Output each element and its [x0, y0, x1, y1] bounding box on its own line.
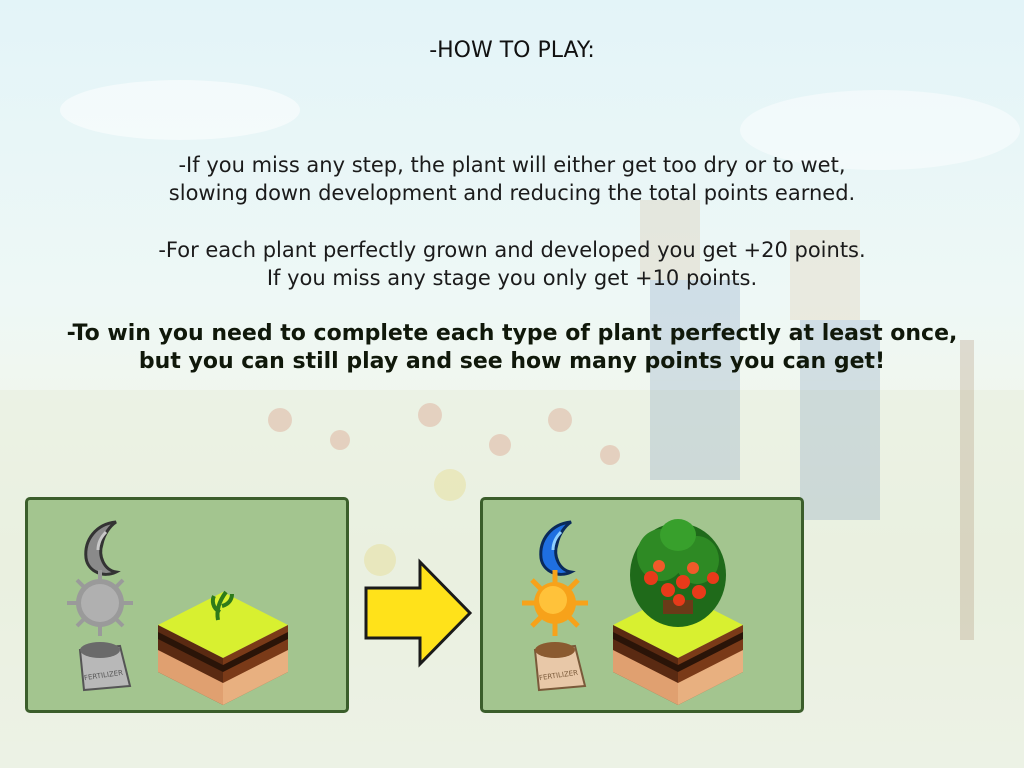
soil-tile-sprout [158, 590, 288, 705]
instruction-line: If you miss any stage you only get +10 p… [266, 266, 758, 290]
sun-icon [67, 570, 133, 636]
instruction-line: -For each plant perfectly grown and deve… [158, 238, 866, 262]
before-panel: FERTILIZER [25, 497, 349, 713]
instruction-missed-steps: -If you miss any step, the plant will ei… [0, 151, 1024, 207]
right-arrow-icon [364, 558, 473, 668]
tomato-plant-icon [630, 519, 726, 627]
fertilizer-bag-icon: FERTILIZER [78, 642, 132, 692]
instruction-line: -To win you need to complete each type o… [66, 321, 958, 346]
instruction-line: slowing down development and reducing th… [168, 181, 856, 205]
sun-icon [522, 570, 588, 636]
page-title: -HOW TO PLAY: [429, 38, 595, 63]
after-panel: FERTILIZER [480, 497, 804, 713]
instruction-line: -If you miss any step, the plant will ei… [178, 153, 846, 177]
fertilizer-bag-icon: FERTILIZER [533, 642, 587, 692]
instruction-points: -For each plant perfectly grown and deve… [0, 236, 1024, 292]
instruction-win-condition: -To win you need to complete each type o… [0, 320, 1024, 376]
water-drop-icon [539, 520, 576, 576]
instruction-line: but you can still play and see how many … [138, 349, 886, 374]
water-drop-icon [84, 520, 121, 576]
